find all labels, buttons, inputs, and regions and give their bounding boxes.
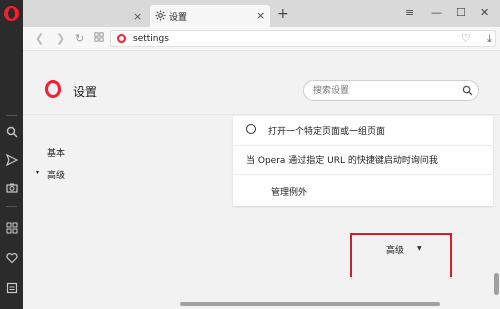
forward-icon[interactable]: ❯: [56, 32, 65, 45]
tab-title: 设置: [169, 13, 188, 23]
horizontal-scroll-thumb[interactable]: [180, 302, 440, 306]
sidebar-divider: [6, 206, 17, 207]
menu-icon[interactable]: ≡: [405, 6, 414, 19]
bookmark-heart-icon[interactable]: ♡: [461, 32, 471, 45]
radio-specific-pages[interactable]: [246, 124, 256, 134]
settings-nav: 基本 ▾ 高级: [23, 116, 178, 309]
url-text[interactable]: settings: [133, 34, 169, 44]
tab-blank[interactable]: ×: [23, 5, 148, 27]
minimize-icon[interactable]: —: [431, 6, 442, 19]
search-input[interactable]: [313, 84, 453, 98]
gear-icon: [155, 10, 166, 21]
tab-grid-icon[interactable]: [94, 32, 104, 45]
startup-card: 打开一个特定页面或一组页面 当 Opera 通过指定 URL 的快捷键启动时询问…: [233, 116, 493, 206]
opera-logo-icon: [45, 80, 61, 98]
download-icon[interactable]: ⤓: [487, 32, 492, 46]
tab-settings[interactable]: 设置 ×: [150, 5, 270, 27]
tab-close-icon[interactable]: ×: [256, 9, 265, 22]
vertical-scroll-thumb[interactable]: [494, 273, 499, 295]
sidebar-divider: [6, 115, 17, 116]
horizontal-scrollbar[interactable]: [180, 301, 493, 309]
navigation-bar: ❮ ❯ ↻ settings ♡ ⤓: [23, 27, 500, 51]
reload-icon[interactable]: ↻: [75, 32, 84, 45]
nav-item-advanced[interactable]: 高级: [47, 168, 65, 181]
divider: [233, 145, 493, 146]
search-icon[interactable]: [462, 85, 473, 96]
page-title: 设置: [73, 85, 98, 99]
advanced-toggle-label[interactable]: 高级: [386, 243, 404, 256]
address-bar[interactable]: settings ♡ ⤓: [110, 30, 496, 47]
chevron-down-icon[interactable]: ▼: [417, 245, 422, 252]
settings-main: 打开一个特定页面或一组页面 当 Opera 通过指定 URL 的快捷键启动时询问…: [180, 116, 493, 306]
heart-icon[interactable]: [4, 250, 19, 265]
close-window-icon[interactable]: ✕: [480, 6, 489, 19]
camera-icon[interactable]: [4, 180, 19, 195]
back-icon[interactable]: ❮: [35, 32, 44, 45]
opera-menu-logo-icon[interactable]: [4, 6, 19, 21]
tab-close-icon[interactable]: ×: [133, 10, 142, 23]
settings-search[interactable]: [303, 80, 479, 101]
divider: [233, 174, 493, 175]
ask-shortcut-label: 当 Opera 通过指定 URL 的快捷键启动时询问我: [246, 156, 438, 166]
opera-page-icon: [117, 34, 126, 43]
maximize-icon[interactable]: ☐: [456, 6, 466, 19]
settings-header: 设置: [23, 51, 500, 115]
search-icon[interactable]: [4, 124, 19, 139]
option-label: 打开一个特定页面或一组页面: [268, 127, 386, 137]
chevron-down-icon: ▾: [36, 169, 40, 176]
vertical-scrollbar[interactable]: [493, 116, 500, 309]
manage-exceptions-link[interactable]: 管理例外: [271, 185, 307, 198]
opera-sidebar: [0, 0, 23, 309]
nav-item-basic[interactable]: 基本: [47, 146, 65, 159]
tab-strip: × 设置 × + ≡ — ☐ ✕: [23, 0, 500, 27]
history-icon[interactable]: [4, 280, 19, 295]
send-icon[interactable]: [4, 152, 19, 167]
new-tab-button[interactable]: +: [277, 7, 289, 21]
speed-dial-icon[interactable]: [4, 220, 19, 235]
